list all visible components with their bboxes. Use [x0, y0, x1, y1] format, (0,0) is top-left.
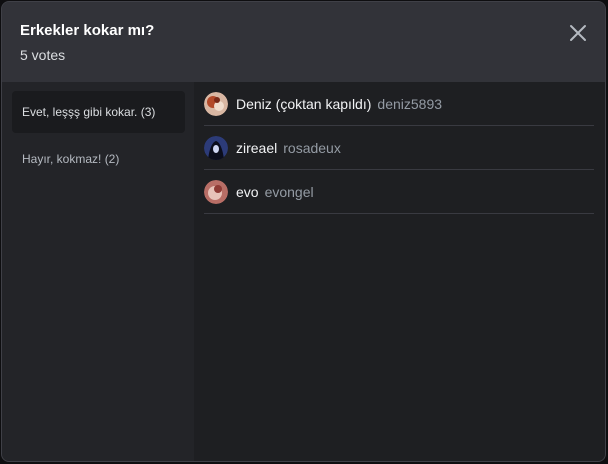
avatar — [204, 136, 228, 160]
voter-username: rosadeux — [283, 140, 341, 156]
voters-list: Deniz (çoktan kapıldı) deniz5893 zireael r… — [194, 82, 605, 461]
avatar — [204, 180, 228, 204]
poll-results-modal: Erkekler kokar mı? 5 votes Evet, leşşş g… — [1, 1, 606, 462]
close-button[interactable] — [565, 20, 591, 46]
answer-option-no[interactable]: Hayır, kokmaz! (2) — [12, 138, 185, 180]
answer-label: Evet, leşşş gibi kokar. (3) — [22, 105, 156, 119]
poll-title: Erkekler kokar mı? — [20, 22, 155, 39]
voter-display-name: Deniz (çoktan kapıldı) — [236, 96, 372, 112]
voter-username: evongel — [264, 184, 314, 200]
voter-row[interactable]: evo evongel — [204, 171, 594, 214]
vote-count: 5 votes — [20, 47, 66, 63]
voter-display-name: evo — [236, 184, 259, 200]
answer-option-yes[interactable]: Evet, leşşş gibi kokar. (3) — [12, 91, 185, 133]
voter-row[interactable]: Deniz (çoktan kapıldı) deniz5893 — [204, 83, 594, 126]
voter-display-name: zireael — [236, 140, 278, 156]
modal-header: Erkekler kokar mı? 5 votes — [2, 2, 605, 82]
answers-sidebar: Evet, leşşş gibi kokar. (3) Hayır, kokma… — [2, 82, 194, 461]
voter-row[interactable]: zireael rosadeux — [204, 127, 594, 170]
avatar — [204, 92, 228, 116]
close-icon — [570, 25, 586, 41]
voter-username: deniz5893 — [377, 96, 443, 112]
answer-label: Hayır, kokmaz! (2) — [22, 152, 120, 166]
